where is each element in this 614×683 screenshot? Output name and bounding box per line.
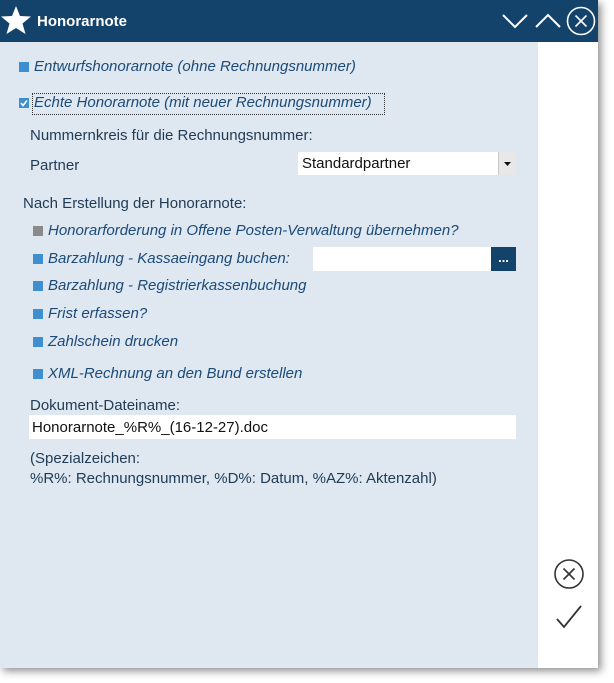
draft-option-marker[interactable] — [19, 62, 29, 72]
partner-label: Partner — [30, 157, 80, 174]
honorarnote-window: Honorarnote Entwurfshonorarnote (ohne Re… — [0, 0, 598, 668]
cash-entry-marker[interactable] — [33, 254, 43, 264]
after-creation-heading: Nach Erstellung der Honorarnote: — [23, 195, 247, 212]
cash-entry-field[interactable] — [313, 247, 491, 271]
chevron-up-icon[interactable] — [533, 6, 563, 36]
xml-invoice-marker[interactable] — [33, 369, 43, 379]
partner-select-value: Standardpartner — [302, 155, 411, 172]
chevron-down-icon[interactable] — [500, 6, 530, 36]
special-chars-hint-line2: %R%: Rechnungsnummer, %D%: Datum, %AZ%: … — [30, 470, 437, 487]
close-circle-icon[interactable] — [566, 6, 596, 36]
cash-entry-option-label[interactable]: Barzahlung - Kassaeingang buchen: — [48, 250, 290, 267]
star-icon — [0, 4, 32, 36]
browse-button[interactable]: ... — [491, 247, 516, 271]
checkmark-icon[interactable] — [554, 602, 584, 632]
document-filename-input[interactable]: Honorarnote_%R%_(16-12-27).doc — [29, 415, 516, 439]
document-filename-label: Dokument-Dateiname: — [30, 397, 181, 414]
window-title: Honorarnote — [37, 13, 127, 30]
xml-invoice-option-label[interactable]: XML-Rechnung an den Bund erstellen — [48, 365, 302, 382]
cancel-circle-icon[interactable] — [553, 558, 585, 590]
real-option-checkbox[interactable] — [19, 98, 29, 108]
payment-slip-marker[interactable] — [33, 337, 43, 347]
document-filename-value: Honorarnote_%R%_(16-12-27).doc — [32, 419, 268, 436]
deadline-marker[interactable] — [33, 309, 43, 319]
special-chars-hint-line1: (Spezialzeichen: — [30, 450, 141, 467]
draft-option-label[interactable]: Entwurfshonorarnote (ohne Rechnungsnumme… — [34, 58, 356, 75]
open-items-marker — [33, 226, 43, 236]
title-bar: Honorarnote — [0, 0, 598, 42]
payment-slip-option-label[interactable]: Zahlschein drucken — [48, 333, 178, 350]
register-booking-option-label[interactable]: Barzahlung - Registrierkassenbuchung — [48, 277, 306, 294]
deadline-option-label[interactable]: Frist erfassen? — [48, 305, 147, 322]
real-option-label[interactable]: Echte Honorarnote (mit neuer Rechnungsnu… — [34, 94, 372, 111]
numbering-heading: Nummernkreis für die Rechnungsnummer: — [30, 127, 313, 144]
open-items-option-label: Honorarforderung in Offene Posten-Verwal… — [48, 222, 459, 239]
action-sidebar — [538, 42, 598, 668]
dropdown-arrow-icon[interactable] — [498, 152, 516, 175]
partner-select[interactable]: Standardpartner — [298, 152, 516, 175]
register-booking-marker[interactable] — [33, 281, 43, 291]
